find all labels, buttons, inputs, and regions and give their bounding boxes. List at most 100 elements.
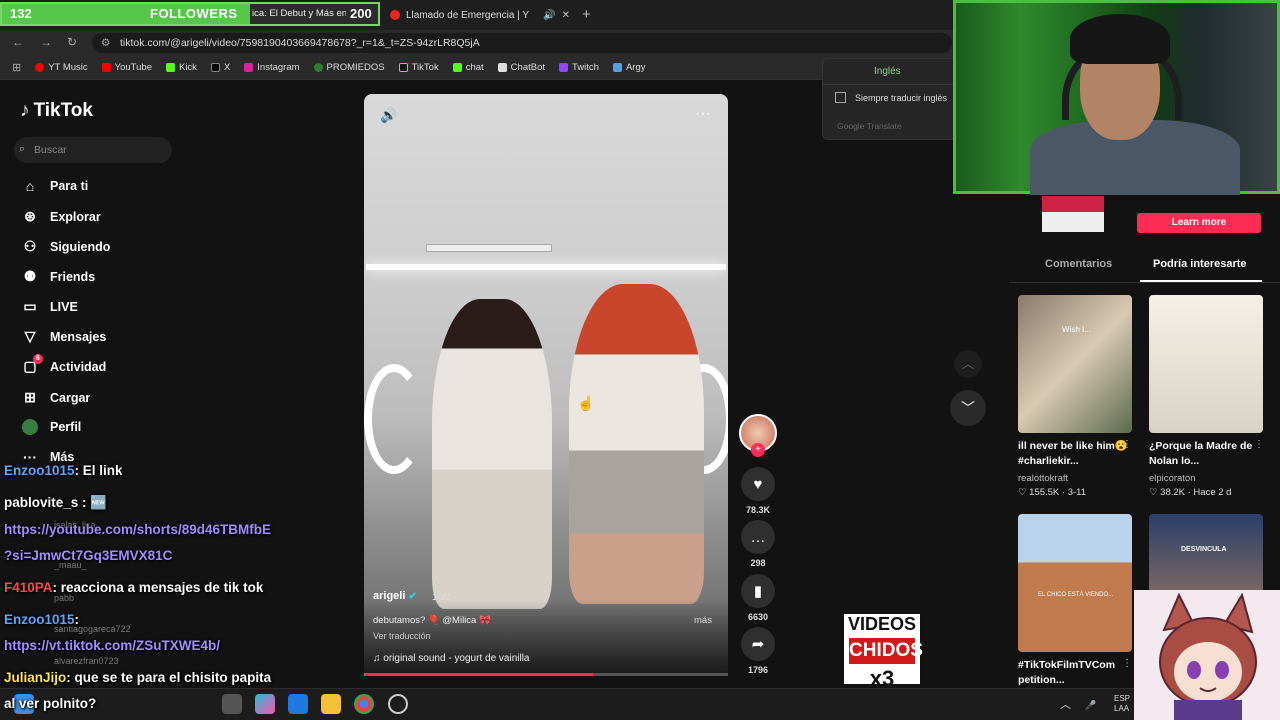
comment-button[interactable]: … 298 [741, 520, 775, 568]
nav-live[interactable]: ▭ LIVE [22, 298, 77, 315]
bookmark-twitch[interactable]: Twitch [559, 62, 599, 73]
messages-icon: ▽ [24, 328, 36, 344]
tab-active-underline [1140, 280, 1262, 282]
mic-icon: 🎤 [1085, 700, 1097, 710]
chat-username: pablovite_s [4, 495, 79, 510]
dancer-left [432, 299, 552, 609]
save-count: 6630 [747, 612, 769, 622]
video-menu-icon[interactable]: ··· [695, 105, 711, 123]
videos-chidos-logo-bottom: x3 [869, 666, 895, 691]
like-button[interactable]: ♥ 78.3K [741, 467, 775, 515]
bookmark-x[interactable]: X [210, 62, 230, 73]
compass-icon: ⊛ [24, 208, 36, 224]
heart-icon: ♥ [741, 467, 775, 501]
caption-more-link[interactable]: más [694, 615, 712, 626]
video-author[interactable]: arigeli ✔ [373, 590, 417, 602]
webcam-streamer-hair [1070, 14, 1170, 64]
tab-comentarios[interactable]: Comentarios [1045, 258, 1112, 270]
suggested-video-stats: ♡ 38.2K · Hace 2 d [1149, 487, 1232, 498]
chat-message: JulianJijo: que se te para el chisito pa… [4, 670, 271, 685]
translate-divider [822, 84, 960, 85]
tray-chevron-icon: ︿ [1060, 699, 1071, 711]
always-translate-checkbox[interactable] [835, 92, 846, 103]
learn-more-button[interactable]: Learn more [1137, 213, 1261, 233]
chat-ghost-user: alvarezfran0723 [54, 656, 119, 666]
chat-message: Enzoo1015: [4, 612, 79, 627]
nav-para-ti[interactable]: ⌂ Para ti [22, 178, 88, 194]
nav-mensajes[interactable]: ▽ Mensajes [22, 328, 107, 345]
bookmark-chatbot[interactable]: ChatBot [497, 62, 545, 73]
music-note-icon: ♫ [373, 653, 381, 664]
google-translate-label: Google Translate [837, 121, 902, 131]
suggested-video-thumb[interactable] [1149, 295, 1263, 433]
video-options-icon[interactable]: ⋮ [1122, 439, 1132, 450]
copilot-icon[interactable] [255, 694, 275, 714]
volume-icon[interactable]: 🔊 [380, 107, 397, 124]
next-video-button[interactable]: ﹀ [950, 390, 986, 426]
system-tray[interactable]: ︿ 🎤 [1060, 696, 1112, 712]
video-options-icon[interactable]: ⋮ [1254, 439, 1264, 450]
back-icon[interactable]: ← [12, 35, 24, 49]
bookmark-yt-music[interactable]: YT Music [35, 62, 88, 73]
always-translate-label: Siempre traducir inglés [855, 93, 948, 103]
nav-explorar[interactable]: ⊛ Explorar [22, 208, 101, 225]
following-icon: ⚇ [23, 238, 37, 254]
nav-friends[interactable]: ⚉ Friends [22, 268, 95, 285]
suggested-video-title[interactable]: ¿Porque la Madre de Nolan lo... [1149, 439, 1259, 469]
tiktok-note-icon: ♪ [20, 100, 30, 121]
suggested-video-thumb[interactable]: Wish I... [1018, 295, 1132, 433]
bookmark-argy[interactable]: Argy [612, 62, 645, 73]
verified-icon: ✔ [408, 591, 417, 602]
bookmark-chat[interactable]: chat [452, 62, 484, 73]
apps-icon[interactable]: ⊞ [12, 61, 21, 74]
translate-language[interactable]: Inglés [874, 66, 901, 77]
suggested-video-title[interactable]: ill never be like him😮 #charliekir... [1018, 439, 1128, 469]
video-player[interactable] [364, 94, 728, 676]
video-sound[interactable]: ♫ original sound - yogurt de vainilla [373, 653, 529, 664]
see-translation-link[interactable]: Ver traducción [373, 631, 431, 641]
tab-podria-interesarte[interactable]: Podría interesarte [1153, 258, 1247, 270]
browser-tab-active[interactable]: Llamado de Emergencia | Y 🔊 ✕ [390, 4, 570, 26]
nav-perfil[interactable]: Perfil [22, 419, 81, 435]
suggested-video-title[interactable]: #TikTokFilmTVCom petition... [1018, 658, 1128, 688]
video-options-icon[interactable]: ⋮ [1122, 658, 1132, 669]
obs-icon[interactable] [388, 694, 408, 714]
live-icon: ▭ [23, 298, 37, 314]
file-explorer-icon[interactable] [321, 694, 341, 714]
suggested-video-author[interactable]: elpicoraton [1149, 473, 1195, 484]
bookmark-instagram[interactable]: Instagram [244, 62, 300, 73]
tiktok-logo[interactable]: ♪ TikTok [20, 100, 93, 122]
save-button[interactable]: ▮ 6630 [741, 574, 775, 622]
nav-siguiendo[interactable]: ⚇ Siguiendo [22, 238, 111, 255]
bookmark-youtube[interactable]: YouTube [101, 62, 152, 73]
suggested-video-thumb[interactable]: EL CHICO ESTÁ VIENDO... [1018, 514, 1132, 652]
search-input[interactable]: ⌕ Buscar [14, 137, 172, 163]
nav-actividad[interactable]: ▢ 6 Actividad [22, 354, 106, 375]
site-info-icon[interactable]: ⚙ [101, 37, 110, 49]
bookmark-kick[interactable]: Kick [165, 62, 197, 73]
mouse-cursor-icon: ☝ [577, 395, 595, 411]
bookmark-promiedos[interactable]: PROMIEDOS [313, 62, 385, 73]
share-button[interactable]: ➦ 1796 [741, 627, 775, 675]
nav-cargar[interactable]: ⊞ Cargar [22, 389, 90, 406]
keyboard-language[interactable]: ESP LAA [1114, 694, 1130, 714]
mail-icon[interactable] [288, 694, 308, 714]
url-input[interactable]: ⚙ tiktok.com/@arigeli/video/759819040366… [92, 33, 952, 53]
vtuber-mascot-image [1134, 590, 1280, 720]
suggested-video-author[interactable]: realottokraft [1018, 473, 1068, 484]
bookmark-tiktok[interactable]: TikTok [398, 62, 439, 73]
forward-icon[interactable]: → [40, 35, 52, 49]
upload-icon: ⊞ [24, 389, 36, 405]
ad-thumbnail[interactable] [1042, 196, 1104, 232]
new-tab-icon[interactable]: + [582, 6, 591, 23]
video-caption: debutamos? 🎈 @Milica 🎀 [373, 615, 491, 626]
tab-close-icon[interactable]: ✕ [562, 10, 570, 21]
tab-divider [1010, 282, 1280, 283]
reload-icon[interactable]: ↻ [67, 35, 77, 49]
follow-plus-icon[interactable]: + [751, 443, 765, 457]
task-view-icon[interactable] [222, 694, 242, 714]
chrome-icon[interactable] [354, 694, 374, 714]
suggested-video-stats: ♡ 155.5K · 3-11 [1018, 487, 1087, 498]
tab-audio-icon[interactable]: 🔊 [543, 10, 555, 21]
previous-video-button[interactable]: ︿ [954, 350, 982, 378]
